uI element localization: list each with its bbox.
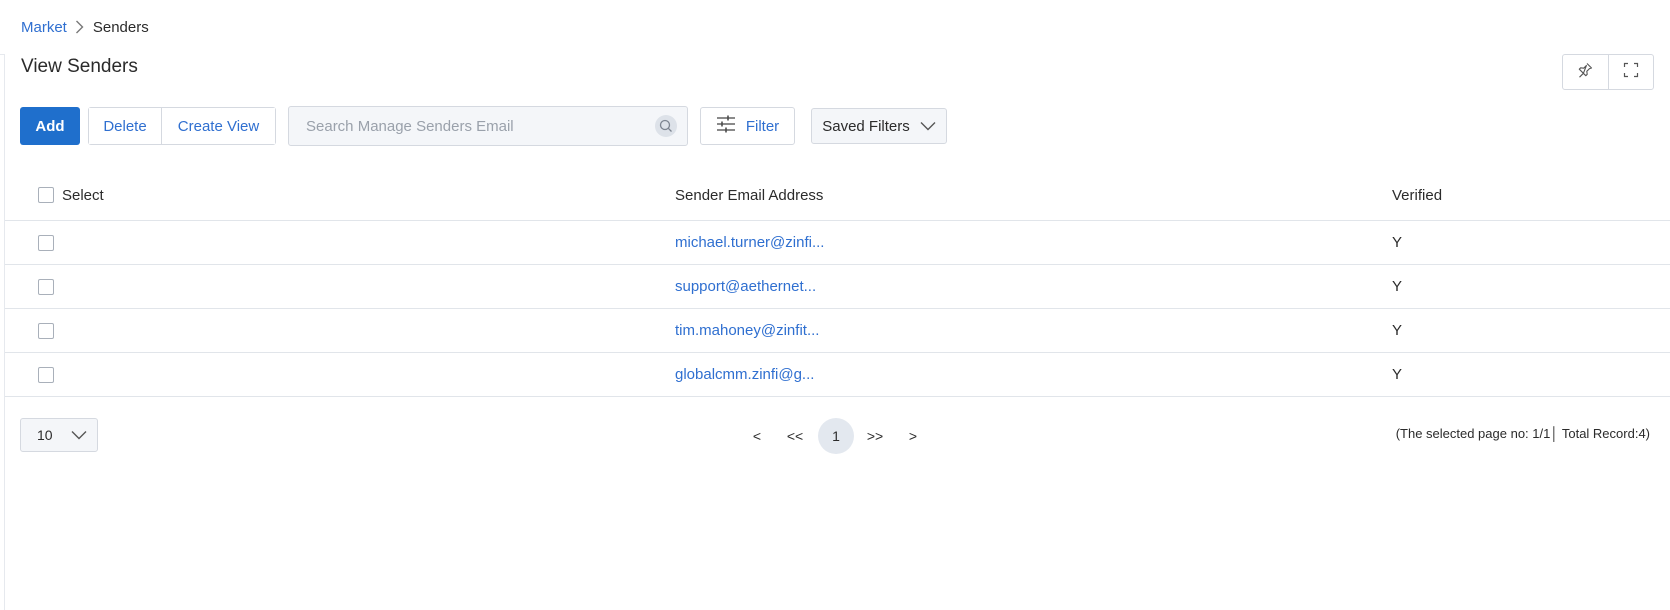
verified-value: Y <box>1392 234 1403 251</box>
first-page-button[interactable]: << <box>782 418 808 454</box>
chevron-right-icon <box>67 20 93 34</box>
search-icon[interactable] <box>655 115 677 137</box>
page-size-value: 10 <box>37 427 53 443</box>
view-tools <box>1562 54 1654 90</box>
sender-email-link[interactable]: michael.turner@zinfi... <box>675 234 824 251</box>
fullscreen-icon <box>1623 62 1639 83</box>
table-row: globalcmm.zinfi@g... Y <box>5 353 1670 397</box>
next-page-button[interactable]: > <box>904 418 922 454</box>
chevron-down-icon <box>920 118 936 135</box>
saved-filters-label: Saved Filters <box>822 117 910 135</box>
table-row: michael.turner@zinfi... Y <box>5 221 1670 265</box>
saved-filters-dropdown[interactable]: Saved Filters <box>811 108 947 144</box>
row-checkbox[interactable] <box>38 322 54 339</box>
row-checkbox[interactable] <box>38 366 54 383</box>
verified-value: Y <box>1392 278 1403 295</box>
select-all-checkbox[interactable] <box>38 187 54 203</box>
prev-page-button[interactable]: < <box>748 418 766 454</box>
sender-email-link[interactable]: support@aethernet... <box>675 278 816 295</box>
row-checkbox[interactable] <box>38 278 54 295</box>
verified-value: Y <box>1392 366 1403 383</box>
sender-email-link[interactable]: globalcmm.zinfi@g... <box>675 366 814 383</box>
page-size-select[interactable]: 10 <box>20 418 98 452</box>
column-header-verified[interactable]: Verified <box>1392 170 1442 220</box>
select-column-header: Select <box>38 170 104 220</box>
record-info: (The selected page no: 1/1│ Total Record… <box>1395 426 1650 441</box>
page-number-button[interactable]: 1 <box>818 418 854 454</box>
sender-email-link[interactable]: tim.mahoney@zinfit... <box>675 322 819 339</box>
sliders-icon <box>716 115 736 137</box>
row-select-cell <box>38 265 54 308</box>
fullscreen-button[interactable] <box>1607 55 1654 89</box>
table-row: support@aethernet... Y <box>5 265 1670 309</box>
table-row: tim.mahoney@zinfit... Y <box>5 309 1670 353</box>
filter-label: Filter <box>745 117 780 135</box>
row-select-cell <box>38 309 54 352</box>
table-header-row: Select Sender Email Address Verified <box>5 170 1670 221</box>
last-page-button[interactable]: >> <box>862 418 888 454</box>
breadcrumb-market-link[interactable]: Market <box>21 19 67 36</box>
verified-value: Y <box>1392 322 1403 339</box>
filter-button[interactable]: Filter <box>700 107 795 145</box>
page-title: View Senders <box>21 56 138 77</box>
delete-button[interactable]: Delete <box>89 108 162 144</box>
chevron-down-icon <box>71 427 87 443</box>
add-button[interactable]: Add <box>20 107 80 145</box>
search-input[interactable] <box>289 107 649 145</box>
pin-icon <box>1577 62 1593 83</box>
search-box <box>288 106 688 146</box>
breadcrumb: Market Senders <box>21 17 149 37</box>
breadcrumb-current: Senders <box>92 18 149 36</box>
row-select-cell <box>38 221 54 264</box>
row-select-cell <box>38 353 54 396</box>
action-button-group: Delete Create View <box>88 107 276 145</box>
row-checkbox[interactable] <box>38 234 54 251</box>
create-view-button[interactable]: Create View <box>162 108 275 144</box>
column-header-select: Select <box>62 186 104 204</box>
senders-table: Select Sender Email Address Verified mic… <box>5 170 1670 397</box>
pin-button[interactable] <box>1563 55 1608 89</box>
column-header-email[interactable]: Sender Email Address <box>675 170 823 220</box>
